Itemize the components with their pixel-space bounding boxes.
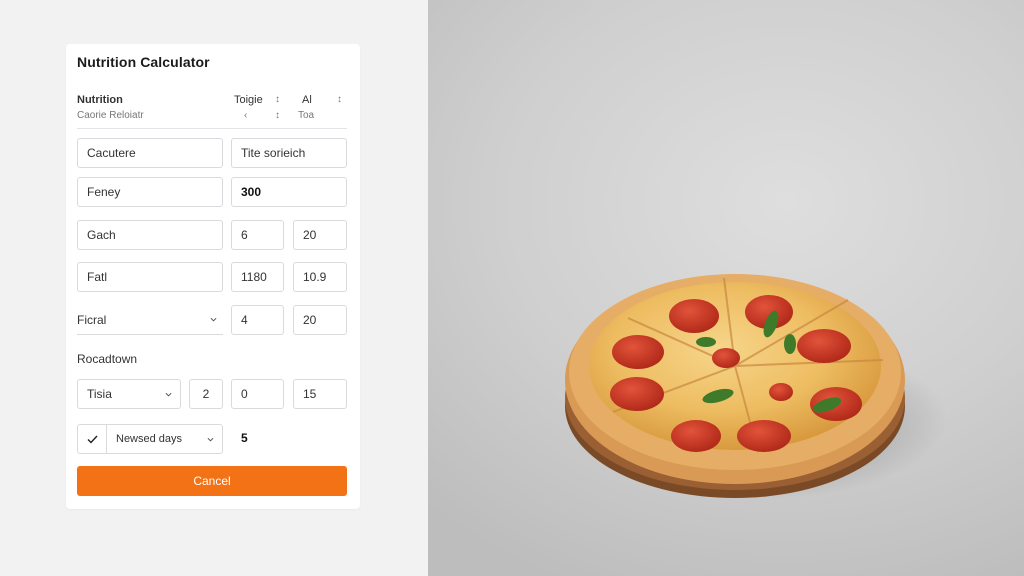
pizza-image xyxy=(565,274,948,500)
fiber-value-2[interactable]: 20 xyxy=(293,305,347,335)
sort-icon[interactable]: ↕ xyxy=(275,110,280,121)
breakdown-select[interactable]: Tisia xyxy=(77,379,181,409)
fiber-select[interactable]: Ficral xyxy=(77,305,223,335)
checkmark-icon xyxy=(87,435,98,444)
fat-value-2[interactable]: 10.9 xyxy=(293,262,347,292)
fat-field[interactable]: Fatl xyxy=(77,262,223,292)
header-nutrition: Nutrition xyxy=(77,94,123,106)
energy-field[interactable]: Feney xyxy=(77,177,223,207)
header-toggle[interactable]: Toigie xyxy=(234,94,263,106)
header-toggle-sub: ‹ xyxy=(244,110,248,121)
breakdown-value-1[interactable]: 2 xyxy=(189,379,223,409)
breakdown-select-label: Tisia xyxy=(87,387,112,401)
fiber-value-1[interactable]: 4 xyxy=(231,305,284,335)
header-divider xyxy=(77,128,347,129)
sort-icon[interactable]: ↕ xyxy=(275,94,280,105)
header-calorie-relative: Caorie Reloiatr xyxy=(77,110,144,121)
breakdown-value-3[interactable]: 15 xyxy=(293,379,347,409)
chevron-down-icon xyxy=(165,392,172,397)
carb-value-2[interactable]: 20 xyxy=(293,220,347,250)
header-total: Toa xyxy=(298,110,315,121)
days-select-label: Newsed days xyxy=(116,433,183,445)
fat-value-1[interactable]: 1180 xyxy=(231,262,284,292)
carb-value-1[interactable]: 6 xyxy=(231,220,284,250)
pizza-photo xyxy=(428,0,1024,576)
breakdown-label: Rocadtown xyxy=(77,352,138,366)
header-all[interactable]: Al xyxy=(302,94,312,106)
calculator-title: Nutrition Calculator xyxy=(77,54,210,70)
food-name-field[interactable]: Cacutere xyxy=(77,138,223,168)
cancel-button[interactable]: Cancel xyxy=(77,466,347,496)
search-field[interactable]: Tite sorieich xyxy=(231,138,347,168)
chevron-down-icon xyxy=(207,437,214,442)
days-value: 5 xyxy=(241,431,248,445)
carb-field[interactable]: Gach xyxy=(77,220,223,250)
days-checkbox[interactable] xyxy=(78,425,107,453)
breakdown-value-2[interactable]: 0 xyxy=(231,379,284,409)
sort-icon[interactable]: ↕ xyxy=(337,94,342,105)
chevron-down-icon xyxy=(210,317,217,322)
energy-value-field[interactable]: 300 xyxy=(231,177,347,207)
fiber-select-label: Ficral xyxy=(77,312,107,327)
days-select[interactable]: Newsed days xyxy=(77,424,223,454)
